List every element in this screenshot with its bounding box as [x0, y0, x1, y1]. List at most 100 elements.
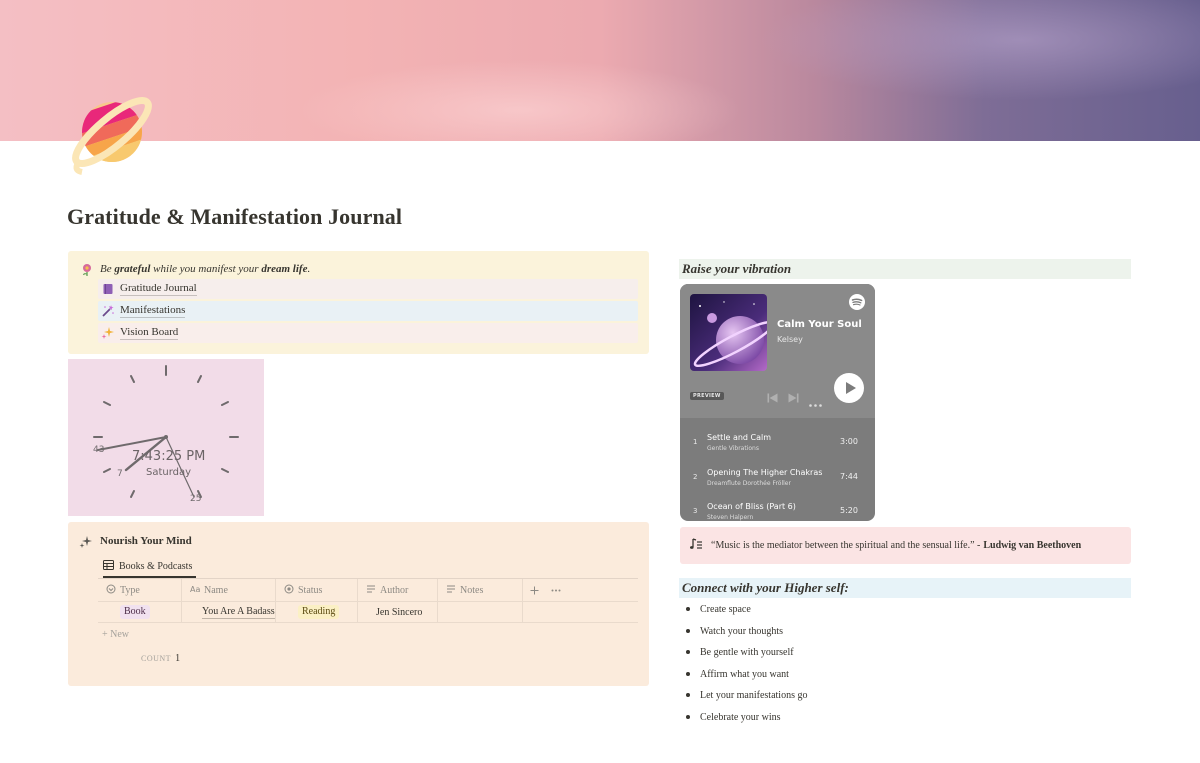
- column-header-status[interactable]: Status: [276, 579, 358, 601]
- list-item: Affirm what you want: [686, 664, 986, 684]
- column-label: Author: [380, 584, 409, 596]
- bullet-dot: [686, 672, 690, 676]
- new-row-button[interactable]: + New: [102, 629, 129, 640]
- spotify-embed[interactable]: Calm Your Soul Kelsey PREVIEW 1 Settle a…: [680, 284, 875, 521]
- sparkles-icon: [100, 326, 116, 340]
- list-item-text: Watch your thoughts: [700, 625, 784, 637]
- clock-widget: 43 7 25 7:43:25 PM Saturday: [68, 359, 264, 516]
- column-label: Type: [120, 584, 140, 596]
- track-title: Opening The Higher Chakras: [707, 468, 823, 477]
- tab-books-podcasts[interactable]: Books & Podcasts: [103, 556, 197, 578]
- plus-icon: +: [102, 629, 108, 640]
- previous-track-icon[interactable]: [767, 390, 778, 408]
- second-hand-label: 25: [190, 494, 201, 504]
- minute-hand-label: 43: [93, 445, 104, 455]
- flower-icon: [80, 263, 94, 277]
- link-gratitude-journal[interactable]: Gratitude Journal: [98, 279, 638, 299]
- album-art[interactable]: [690, 294, 767, 371]
- text-icon: Aa: [190, 583, 202, 596]
- column-label: Name: [204, 584, 228, 596]
- bullet-dot: [686, 650, 690, 654]
- count-footer: COUNT 1: [141, 653, 180, 664]
- heading-higher-self: Connect with your Higher self:: [679, 578, 1131, 598]
- callout-text-grateful: grateful: [114, 263, 151, 275]
- playlist-artist[interactable]: Kelsey: [777, 335, 803, 344]
- tab-label: Books & Podcasts: [119, 560, 193, 572]
- music-notes-icon: [690, 538, 703, 553]
- link-vision-board[interactable]: Vision Board: [98, 323, 638, 343]
- column-header-notes[interactable]: Notes: [438, 579, 523, 601]
- cell-notes[interactable]: [438, 602, 523, 622]
- link-manifestations[interactable]: Manifestations: [98, 301, 638, 321]
- svg-text:Aa: Aa: [190, 585, 200, 593]
- table-header: Type Aa Name Status Author Notes: [98, 579, 567, 601]
- cell-status[interactable]: Reading: [276, 602, 358, 622]
- column-label: Status: [298, 584, 323, 596]
- quote-text: “Music is the mediator between the spiri…: [711, 540, 981, 551]
- quote-callout: “Music is the mediator between the spiri…: [680, 527, 1131, 564]
- list-item-text: Celebrate your wins: [700, 711, 781, 723]
- callout-text-dream: dream life: [261, 263, 308, 275]
- link-label: Manifestations: [120, 304, 186, 318]
- list-item: Celebrate your wins: [686, 707, 986, 727]
- quote-author: Ludwig van Beethoven: [983, 540, 1082, 551]
- track-number: 1: [693, 438, 698, 446]
- column-header-author[interactable]: Author: [358, 579, 438, 601]
- heading-raise-vibration: Raise your vibration: [679, 259, 1131, 279]
- more-options-icon[interactable]: [545, 579, 567, 601]
- more-options-icon[interactable]: [809, 394, 822, 412]
- bullet-dot: [686, 693, 690, 697]
- hour-hand-label: 7: [117, 469, 123, 479]
- bullet-dot: [686, 629, 690, 633]
- cover-image: [0, 0, 1200, 141]
- text-lines-icon: [446, 584, 456, 597]
- track-title: Ocean of Bliss (Part 6): [707, 502, 796, 511]
- callout-text-middle: while you manifest your: [150, 263, 262, 275]
- spotify-logo-icon[interactable]: [849, 294, 865, 315]
- list-item: Be gentle with yourself: [686, 642, 986, 662]
- link-label: Vision Board: [120, 326, 179, 340]
- list-item-text: Create space: [700, 603, 751, 615]
- track-duration: 7:44: [840, 472, 858, 481]
- callout-text-prefix: Be: [100, 263, 115, 275]
- column-label: Notes: [460, 584, 484, 596]
- status-tag: Reading: [298, 605, 340, 619]
- magic-wand-icon: [100, 304, 116, 318]
- bullet-dot: [686, 607, 690, 611]
- track-row[interactable]: 3 Ocean of Bliss (Part 6) Steven Halpern…: [680, 494, 875, 521]
- cell-name[interactable]: You Are A Badass: [182, 602, 276, 622]
- track-row[interactable]: 2 Opening The Higher Chakras Dreamflute …: [680, 460, 875, 494]
- add-column-icon[interactable]: [523, 579, 545, 601]
- select-icon: [106, 584, 116, 597]
- saturn-planet-icon[interactable]: [68, 88, 164, 184]
- play-icon: [846, 382, 856, 394]
- intro-callout: Be grateful while you manifest your drea…: [68, 251, 649, 354]
- list-item-text: Let your manifestations go: [700, 689, 808, 701]
- table-row[interactable]: Book You Are A Badass Reading Jen Sincer…: [98, 601, 638, 623]
- list-item: Let your manifestations go: [686, 685, 986, 705]
- play-button[interactable]: [834, 373, 864, 403]
- track-row[interactable]: 1 Settle and Calm Gentle Vibrations 3:00: [680, 425, 875, 459]
- nourish-title: Nourish Your Mind: [100, 535, 192, 547]
- clock-day: Saturday: [146, 467, 192, 478]
- cell-author[interactable]: Jen Sincero: [358, 602, 438, 622]
- book-icon: [100, 282, 116, 296]
- column-header-name[interactable]: Aa Name: [182, 579, 276, 601]
- page-title: Gratitude & Manifestation Journal: [67, 204, 403, 229]
- name-link: You Are A Badass: [202, 605, 275, 619]
- cell-type[interactable]: Book: [98, 602, 182, 622]
- type-tag: Book: [120, 605, 150, 619]
- sparkles-icon: [79, 535, 93, 554]
- column-header-type[interactable]: Type: [98, 579, 182, 601]
- track-duration: 3:00: [840, 437, 858, 446]
- text-lines-icon: [366, 584, 376, 597]
- playlist-title[interactable]: Calm Your Soul: [777, 319, 862, 330]
- next-track-icon[interactable]: [788, 390, 799, 408]
- count-label: COUNT: [141, 654, 172, 663]
- list-item: Watch your thoughts: [686, 621, 986, 641]
- count-value: 1: [175, 653, 181, 664]
- list-item-text: Be gentle with yourself: [700, 646, 794, 658]
- bullet-dot: [686, 715, 690, 719]
- preview-badge: PREVIEW: [690, 392, 724, 400]
- track-artist: Gentle Vibrations: [707, 445, 759, 452]
